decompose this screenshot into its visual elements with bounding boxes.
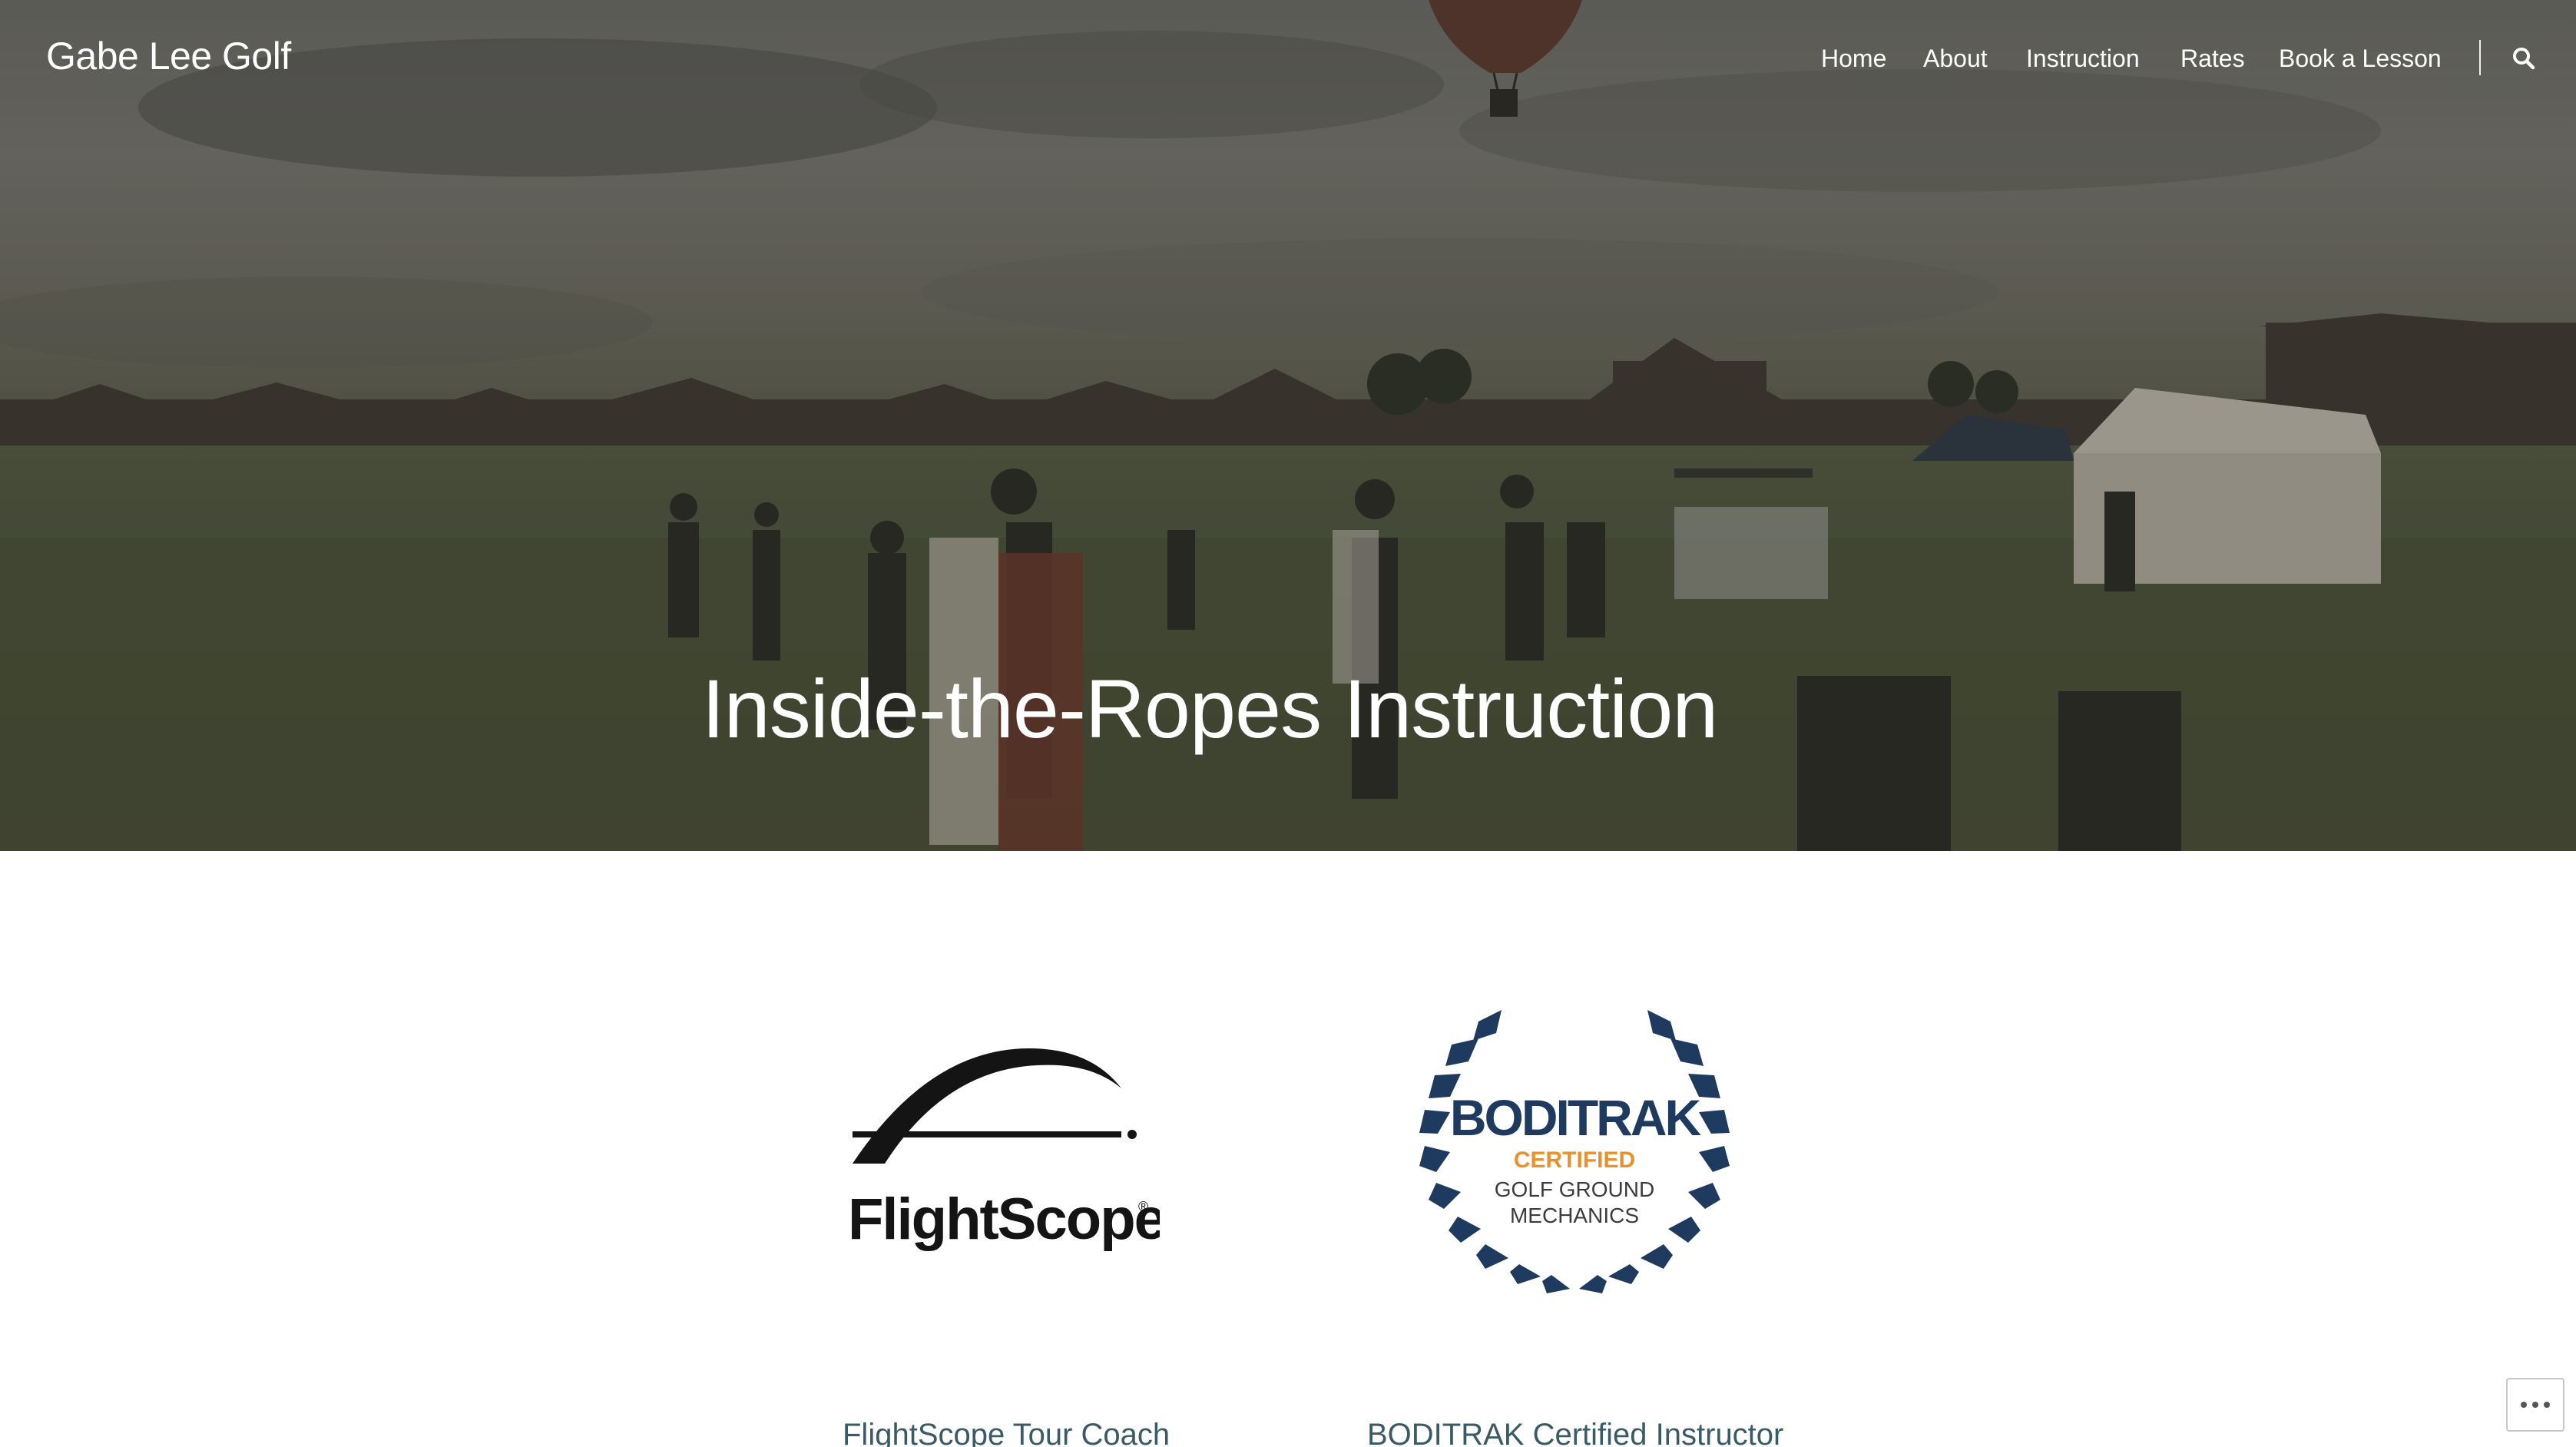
nav-item-book-a-lesson[interactable]: Book a Lesson (2279, 45, 2442, 73)
dot (2544, 1402, 2550, 1408)
nav-divider (2479, 40, 2481, 75)
main-navigation: Home About Instruction Rates Book a Less… (0, 45, 2576, 78)
nav-item-rates[interactable]: Rates (2180, 45, 2245, 73)
search-icon[interactable] (2510, 45, 2538, 72)
nav-item-about[interactable]: About (1923, 45, 1988, 73)
boditrak-line1: GOLF GROUND (1495, 1177, 1654, 1201)
flightscope-tour-coach-link[interactable]: FlightScope Tour Coach (843, 1418, 1170, 1447)
dot (2521, 1402, 2527, 1408)
boditrak-certified-text: CERTIFIED (1514, 1147, 1635, 1173)
flightscope-wordmark: FlightScope (848, 1187, 1160, 1252)
registered-mark: ® (1138, 1199, 1148, 1214)
boditrak-certified-logo: BODITRAK CERTIFIED GOLF GROUND MECHANICS (1406, 998, 1743, 1306)
more-dots-icon[interactable] (2506, 1378, 2564, 1432)
nav-item-instruction[interactable]: Instruction (2026, 45, 2140, 73)
nav-item-home[interactable]: Home (1821, 45, 1886, 73)
flightscope-logo: FlightScope ® (837, 1033, 1167, 1271)
boditrak-line2: MECHANICS (1510, 1204, 1639, 1227)
boditrak-certified-instructor-link[interactable]: BODITRAK Certified Instructor (1367, 1418, 1783, 1447)
dot (2532, 1402, 2538, 1408)
boditrak-wordmark: BODITRAK (1450, 1089, 1702, 1146)
page-title: Inside-the-Ropes Instruction (701, 662, 1719, 755)
hero-banner: Gabe Lee Golf Home About Instruction Rat… (0, 0, 2576, 851)
